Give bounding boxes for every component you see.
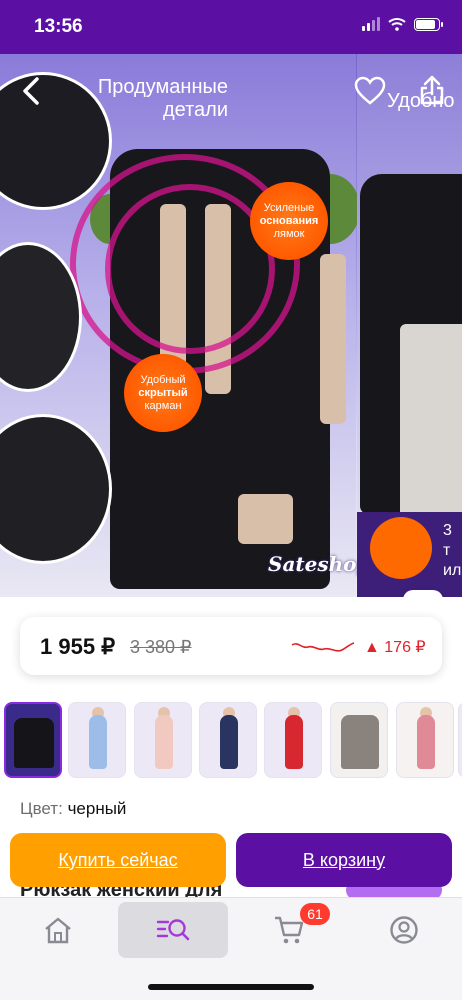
thumbnail-model (220, 715, 238, 769)
product-image-gallery[interactable]: Усиленые основания лямок Удобный скрытый кар… (0, 54, 462, 597)
thumbnail-model (155, 715, 173, 769)
home-indicator[interactable] (148, 984, 314, 990)
battery-icon (414, 17, 443, 31)
highlight-swirl (105, 184, 275, 354)
thumbnail-model (285, 715, 303, 769)
next-banner-text: 3 т ил (443, 522, 462, 579)
thumbnail-model (89, 715, 107, 769)
backpack-strap-buckle (238, 494, 293, 544)
backpack-strap (320, 254, 346, 424)
gallery-slide-current[interactable]: Усиленые основания лямок Удобный скрытый кар… (0, 54, 371, 597)
thumbnail[interactable] (264, 702, 322, 778)
tab-catalog[interactable] (118, 902, 228, 958)
back-arrow-icon (23, 77, 39, 105)
backpack-open-compartment (400, 324, 462, 524)
detail-circle-usb (0, 414, 112, 564)
status-icons (362, 17, 443, 31)
add-to-cart-button[interactable]: В корзину (236, 833, 452, 887)
tab-profile[interactable] (349, 902, 459, 958)
thumbnail-backpack (341, 715, 379, 769)
image-search-button[interactable] (403, 590, 443, 597)
thumbnail-model (417, 715, 435, 769)
price-trend-graph (291, 642, 355, 652)
profile-icon (390, 916, 418, 944)
battery-level (416, 19, 435, 29)
price-card[interactable]: 1 955 ₽ 3 380 ₽ ▲ 176 ₽ (20, 617, 442, 675)
status-bar: 13:56 (0, 0, 462, 54)
color-selector[interactable]: Цвет: черный (20, 799, 126, 819)
home-icon (45, 917, 71, 944)
badge-reinforced-straps: Усиленые основания лямок (250, 182, 328, 260)
thumbnail[interactable] (458, 702, 462, 778)
next-slide-badge (370, 517, 432, 579)
badge-hidden-pocket: Удобный скрытый карман (124, 354, 202, 432)
share-icon (420, 75, 444, 105)
brand-logo: Sateshop (268, 552, 371, 576)
old-price: 3 380 ₽ (130, 637, 192, 657)
cart-icon (275, 916, 304, 944)
thumbnail[interactable] (4, 702, 62, 778)
catalog-search-icon (156, 919, 190, 941)
thumbnail[interactable] (134, 702, 192, 778)
thumbnail[interactable] (199, 702, 257, 778)
price-change: ▲ 176 ₽ (364, 639, 426, 656)
thumbnail-strip[interactable] (0, 702, 462, 780)
thumbnail-backpack (14, 718, 54, 768)
color-value: черный (67, 799, 127, 818)
buy-now-button[interactable]: Купить сейчас (10, 833, 226, 887)
tab-home[interactable] (3, 902, 113, 958)
color-label: Цвет: (20, 799, 63, 818)
thumbnail[interactable] (68, 702, 126, 778)
current-price: 1 955 ₽ (40, 634, 116, 659)
thumbnail[interactable] (330, 702, 388, 778)
share-button[interactable] (418, 74, 448, 106)
thumbnail[interactable] (396, 702, 454, 778)
heart-icon (354, 76, 386, 105)
wifi-icon (388, 18, 406, 31)
cart-count-badge: 61 (300, 903, 330, 925)
slide-caption: Продуманные детали (97, 76, 228, 121)
status-time: 13:56 (34, 16, 83, 37)
back-button[interactable] (14, 74, 48, 108)
favorite-button[interactable] (354, 76, 386, 108)
signal-icon (362, 17, 380, 31)
